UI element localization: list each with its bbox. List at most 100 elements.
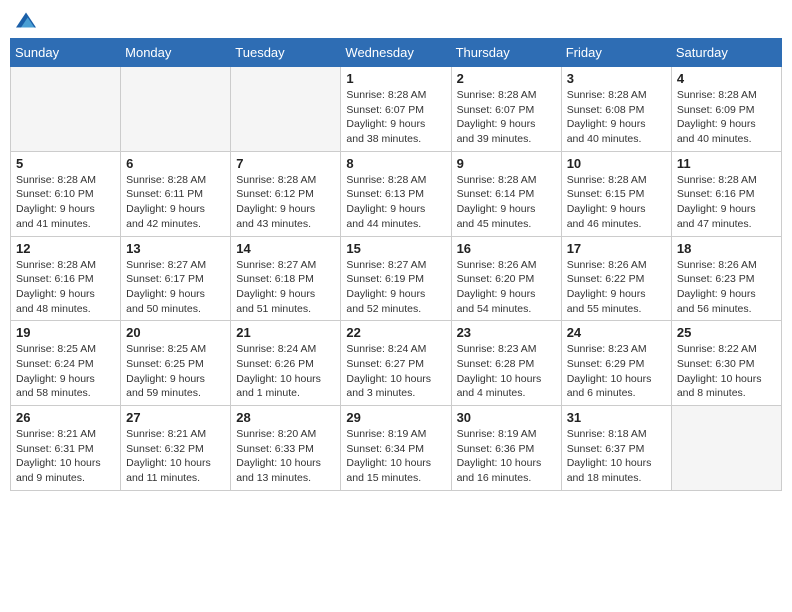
calendar-cell: 11 Sunrise: 8:28 AM Sunset: 6:16 PM Dayli…: [671, 151, 781, 236]
day-info: Sunrise: 8:28 AM Sunset: 6:15 PM Dayligh…: [567, 173, 666, 232]
calendar-cell: 19 Sunrise: 8:25 AM Sunset: 6:24 PM Dayli…: [11, 321, 121, 406]
day-number: 11: [677, 156, 776, 171]
day-info: Sunrise: 8:21 AM Sunset: 6:31 PM Dayligh…: [16, 427, 115, 486]
calendar-cell: 16 Sunrise: 8:26 AM Sunset: 6:20 PM Dayli…: [451, 236, 561, 321]
day-number: 13: [126, 241, 225, 256]
day-info: Sunrise: 8:28 AM Sunset: 6:16 PM Dayligh…: [16, 258, 115, 317]
calendar-cell: 5 Sunrise: 8:28 AM Sunset: 6:10 PM Daylig…: [11, 151, 121, 236]
day-number: 16: [457, 241, 556, 256]
day-info: Sunrise: 8:19 AM Sunset: 6:36 PM Dayligh…: [457, 427, 556, 486]
day-number: 21: [236, 325, 335, 340]
day-info: Sunrise: 8:21 AM Sunset: 6:32 PM Dayligh…: [126, 427, 225, 486]
calendar-cell: 12Sunrise: 8:28 AM Sunset: 6:16 PM Dayli…: [11, 236, 121, 321]
calendar-cell: 4Sunrise: 8:28 AM Sunset: 6:09 PM Daylig…: [671, 67, 781, 152]
calendar-cell: [231, 67, 341, 152]
day-number: 5: [16, 156, 115, 171]
calendar-cell: 20 Sunrise: 8:25 AM Sunset: 6:25 PM Dayli…: [121, 321, 231, 406]
column-header-saturday: Saturday: [671, 39, 781, 67]
day-info: Sunrise: 8:28 AM Sunset: 6:12 PM Dayligh…: [236, 173, 335, 232]
day-number: 29: [346, 410, 445, 425]
day-info: Sunrise: 8:28 AM Sunset: 6:07 PM Dayligh…: [457, 88, 556, 147]
day-info: Sunrise: 8:24 AM Sunset: 6:27 PM Dayligh…: [346, 342, 445, 401]
day-info: Sunrise: 8:25 AM Sunset: 6:24 PM Dayligh…: [16, 342, 115, 401]
logo-icon: [16, 10, 36, 30]
day-number: 20: [126, 325, 225, 340]
column-header-friday: Friday: [561, 39, 671, 67]
calendar-cell: 25 Sunrise: 8:22 AM Sunset: 6:30 PM Dayli…: [671, 321, 781, 406]
calendar-week-row: 19 Sunrise: 8:25 AM Sunset: 6:24 PM Dayli…: [11, 321, 782, 406]
calendar-header-row: SundayMondayTuesdayWednesdayThursdayFrid…: [11, 39, 782, 67]
day-info: Sunrise: 8:26 AM Sunset: 6:22 PM Dayligh…: [567, 258, 666, 317]
day-info: Sunrise: 8:19 AM Sunset: 6:34 PM Dayligh…: [346, 427, 445, 486]
day-number: 4: [677, 71, 776, 86]
day-info: Sunrise: 8:27 AM Sunset: 6:19 PM Dayligh…: [346, 258, 445, 317]
day-number: 26: [16, 410, 115, 425]
calendar-cell: 31Sunrise: 8:18 AM Sunset: 6:37 PM Dayli…: [561, 406, 671, 491]
day-number: 17: [567, 241, 666, 256]
calendar-week-row: 5 Sunrise: 8:28 AM Sunset: 6:10 PM Daylig…: [11, 151, 782, 236]
calendar-cell: 7 Sunrise: 8:28 AM Sunset: 6:12 PM Daylig…: [231, 151, 341, 236]
day-info: Sunrise: 8:28 AM Sunset: 6:16 PM Dayligh…: [677, 173, 776, 232]
calendar-cell: 10 Sunrise: 8:28 AM Sunset: 6:15 PM Dayli…: [561, 151, 671, 236]
day-number: 10: [567, 156, 666, 171]
calendar-week-row: 1 Sunrise: 8:28 AM Sunset: 6:07 PM Daylig…: [11, 67, 782, 152]
column-header-tuesday: Tuesday: [231, 39, 341, 67]
day-info: Sunrise: 8:26 AM Sunset: 6:20 PM Dayligh…: [457, 258, 556, 317]
day-number: 27: [126, 410, 225, 425]
day-info: Sunrise: 8:27 AM Sunset: 6:18 PM Dayligh…: [236, 258, 335, 317]
calendar-cell: 13 Sunrise: 8:27 AM Sunset: 6:17 PM Dayli…: [121, 236, 231, 321]
day-number: 14: [236, 241, 335, 256]
day-info: Sunrise: 8:28 AM Sunset: 6:10 PM Dayligh…: [16, 173, 115, 232]
calendar-cell: 15 Sunrise: 8:27 AM Sunset: 6:19 PM Dayli…: [341, 236, 451, 321]
day-info: Sunrise: 8:27 AM Sunset: 6:17 PM Dayligh…: [126, 258, 225, 317]
day-number: 9: [457, 156, 556, 171]
column-header-monday: Monday: [121, 39, 231, 67]
calendar-cell: 24 Sunrise: 8:23 AM Sunset: 6:29 PM Dayli…: [561, 321, 671, 406]
day-info: Sunrise: 8:23 AM Sunset: 6:28 PM Dayligh…: [457, 342, 556, 401]
day-number: 6: [126, 156, 225, 171]
calendar-cell: 21 Sunrise: 8:24 AM Sunset: 6:26 PM Dayli…: [231, 321, 341, 406]
column-header-sunday: Sunday: [11, 39, 121, 67]
calendar-week-row: 26 Sunrise: 8:21 AM Sunset: 6:31 PM Dayli…: [11, 406, 782, 491]
day-info: Sunrise: 8:20 AM Sunset: 6:33 PM Dayligh…: [236, 427, 335, 486]
calendar-cell: 3Sunrise: 8:28 AM Sunset: 6:08 PM Daylig…: [561, 67, 671, 152]
day-info: Sunrise: 8:24 AM Sunset: 6:26 PM Dayligh…: [236, 342, 335, 401]
calendar-cell: 18 Sunrise: 8:26 AM Sunset: 6:23 PM Dayli…: [671, 236, 781, 321]
day-number: 24: [567, 325, 666, 340]
calendar-cell: 6 Sunrise: 8:28 AM Sunset: 6:11 PM Daylig…: [121, 151, 231, 236]
day-info: Sunrise: 8:28 AM Sunset: 6:11 PM Dayligh…: [126, 173, 225, 232]
calendar-cell: [11, 67, 121, 152]
column-header-wednesday: Wednesday: [341, 39, 451, 67]
calendar-cell: 1 Sunrise: 8:28 AM Sunset: 6:07 PM Daylig…: [341, 67, 451, 152]
day-number: 7: [236, 156, 335, 171]
calendar-cell: 26 Sunrise: 8:21 AM Sunset: 6:31 PM Dayli…: [11, 406, 121, 491]
day-number: 18: [677, 241, 776, 256]
day-number: 28: [236, 410, 335, 425]
calendar-cell: 23 Sunrise: 8:23 AM Sunset: 6:28 PM Dayli…: [451, 321, 561, 406]
calendar-table: SundayMondayTuesdayWednesdayThursdayFrid…: [10, 38, 782, 491]
calendar-cell: 30Sunrise: 8:19 AM Sunset: 6:36 PM Dayli…: [451, 406, 561, 491]
day-number: 23: [457, 325, 556, 340]
calendar-cell: 27 Sunrise: 8:21 AM Sunset: 6:32 PM Dayli…: [121, 406, 231, 491]
day-info: Sunrise: 8:18 AM Sunset: 6:37 PM Dayligh…: [567, 427, 666, 486]
day-info: Sunrise: 8:25 AM Sunset: 6:25 PM Dayligh…: [126, 342, 225, 401]
day-number: 3: [567, 71, 666, 86]
calendar-cell: 17 Sunrise: 8:26 AM Sunset: 6:22 PM Dayli…: [561, 236, 671, 321]
day-number: 19: [16, 325, 115, 340]
column-header-thursday: Thursday: [451, 39, 561, 67]
calendar-cell: 8 Sunrise: 8:28 AM Sunset: 6:13 PM Daylig…: [341, 151, 451, 236]
day-info: Sunrise: 8:28 AM Sunset: 6:07 PM Dayligh…: [346, 88, 445, 147]
calendar-cell: 14 Sunrise: 8:27 AM Sunset: 6:18 PM Dayli…: [231, 236, 341, 321]
day-number: 22: [346, 325, 445, 340]
day-info: Sunrise: 8:23 AM Sunset: 6:29 PM Dayligh…: [567, 342, 666, 401]
day-info: Sunrise: 8:26 AM Sunset: 6:23 PM Dayligh…: [677, 258, 776, 317]
calendar-cell: 2Sunrise: 8:28 AM Sunset: 6:07 PM Daylig…: [451, 67, 561, 152]
day-number: 8: [346, 156, 445, 171]
day-number: 1: [346, 71, 445, 86]
calendar-cell: 28 Sunrise: 8:20 AM Sunset: 6:33 PM Dayli…: [231, 406, 341, 491]
day-number: 15: [346, 241, 445, 256]
day-info: Sunrise: 8:22 AM Sunset: 6:30 PM Dayligh…: [677, 342, 776, 401]
day-number: 25: [677, 325, 776, 340]
day-info: Sunrise: 8:28 AM Sunset: 6:13 PM Dayligh…: [346, 173, 445, 232]
day-info: Sunrise: 8:28 AM Sunset: 6:14 PM Dayligh…: [457, 173, 556, 232]
